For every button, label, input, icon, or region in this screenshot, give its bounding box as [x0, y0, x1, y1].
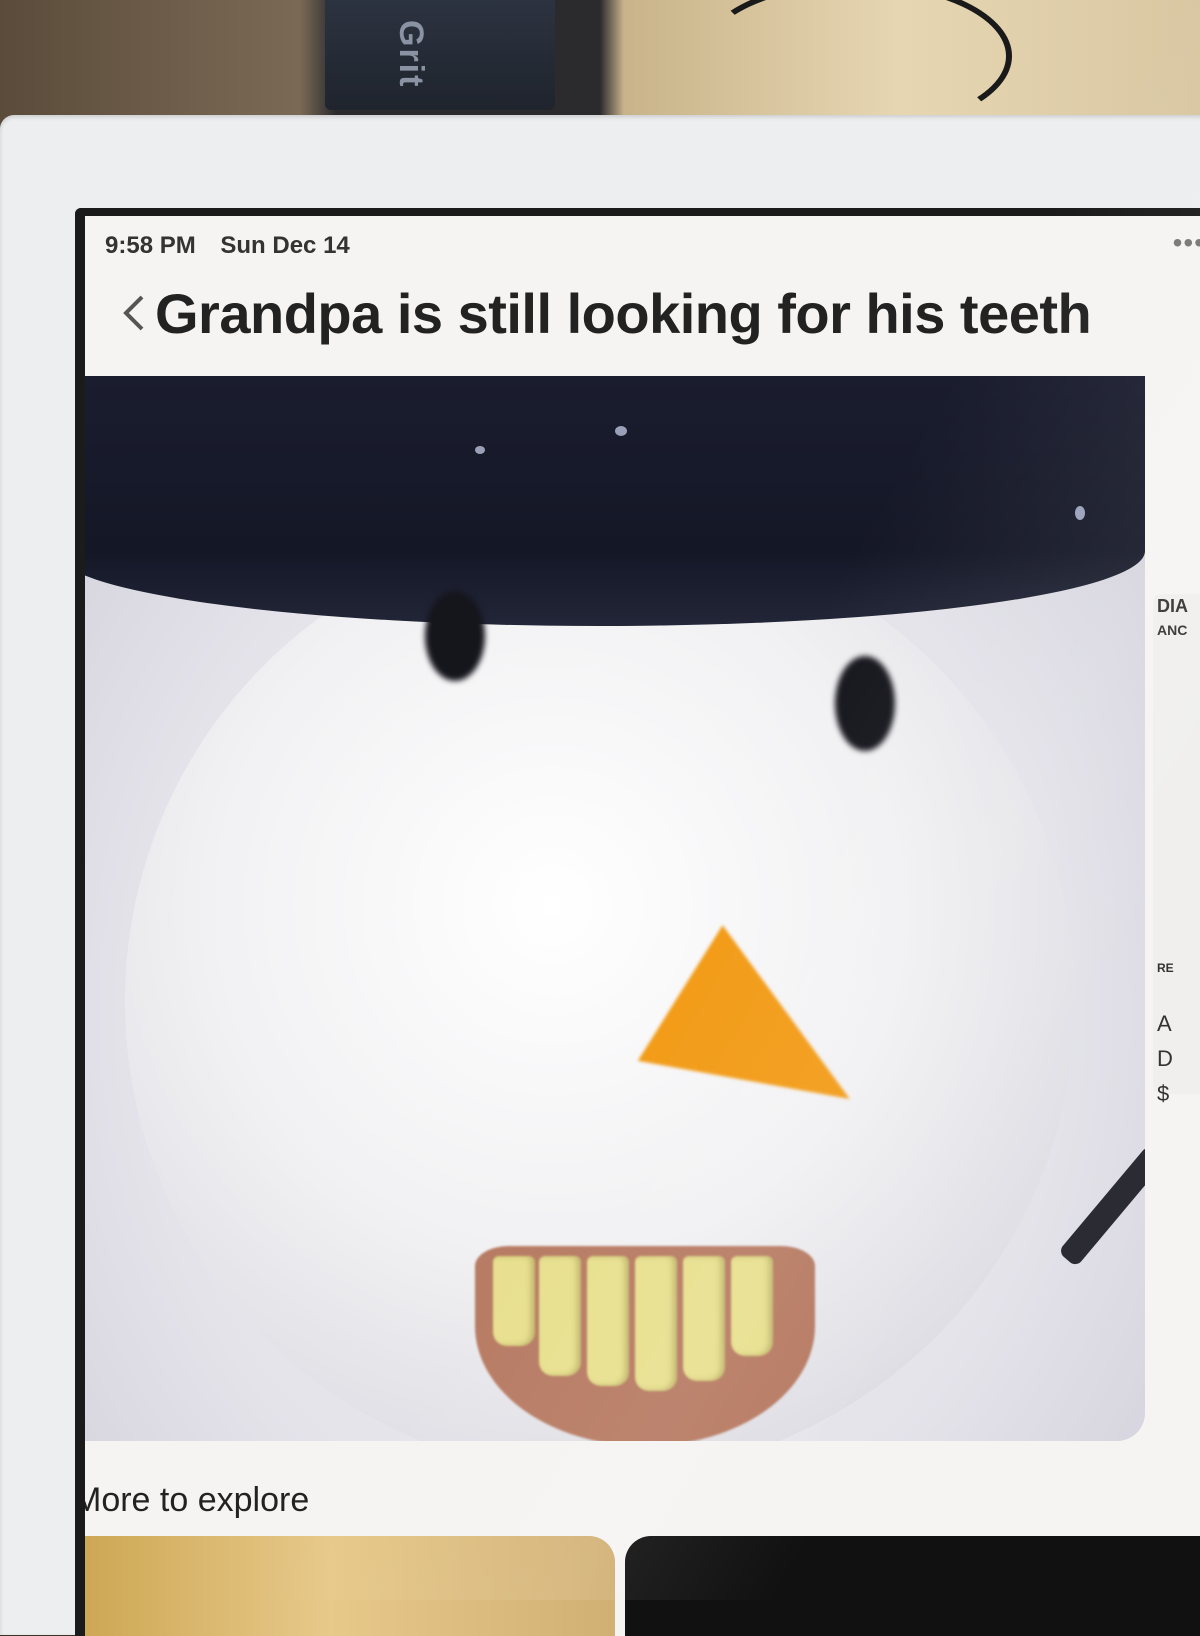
pin-image-snowman[interactable]	[85, 376, 1145, 1441]
side-card-text: D	[1157, 1046, 1173, 1071]
chevron-left-icon[interactable]	[113, 291, 153, 335]
tooth	[683, 1256, 725, 1381]
side-card-text: A	[1157, 1011, 1172, 1036]
ellipsis-icon[interactable]: •••	[1173, 229, 1200, 257]
snow-speck	[615, 426, 627, 436]
snow-speck	[1075, 506, 1085, 520]
side-card-text: ANC	[1157, 622, 1188, 638]
tooth	[731, 1256, 773, 1356]
snow-speck	[475, 446, 485, 454]
snowman-left-eye	[425, 591, 485, 681]
tooth	[539, 1256, 581, 1376]
desk-background: Grit	[0, 0, 1200, 132]
side-card-text: RE	[1157, 961, 1174, 975]
tooth	[635, 1256, 677, 1391]
background-box	[325, 0, 555, 110]
status-date: Sun Dec 14	[220, 232, 350, 259]
snowman-right-eye	[835, 656, 895, 751]
explore-card[interactable]	[625, 1536, 1200, 1636]
pin-title: Grandpa is still looking for his teeth	[155, 281, 1092, 345]
tooth	[587, 1256, 629, 1386]
tooth	[493, 1256, 535, 1346]
snowman-stick-arm	[1057, 1144, 1145, 1268]
background-cable	[700, 0, 1012, 132]
pin-title-row: Grandpa is still looking for his teeth	[113, 278, 1200, 348]
status-time: 9:58 PM	[105, 232, 196, 259]
tablet-screen: 9:58 PM Sun Dec 14 ••• Grandpa is still …	[75, 208, 1200, 1636]
explore-card[interactable]	[85, 1536, 615, 1636]
more-to-explore-heading: More to explore	[75, 1481, 310, 1519]
background-box-label: Grit	[392, 20, 430, 89]
side-card-text: $	[1157, 1081, 1170, 1106]
snowman-hat	[85, 376, 1145, 626]
status-bar: 9:58 PM Sun Dec 14	[105, 232, 368, 260]
side-card-text: DIA	[1157, 596, 1188, 616]
